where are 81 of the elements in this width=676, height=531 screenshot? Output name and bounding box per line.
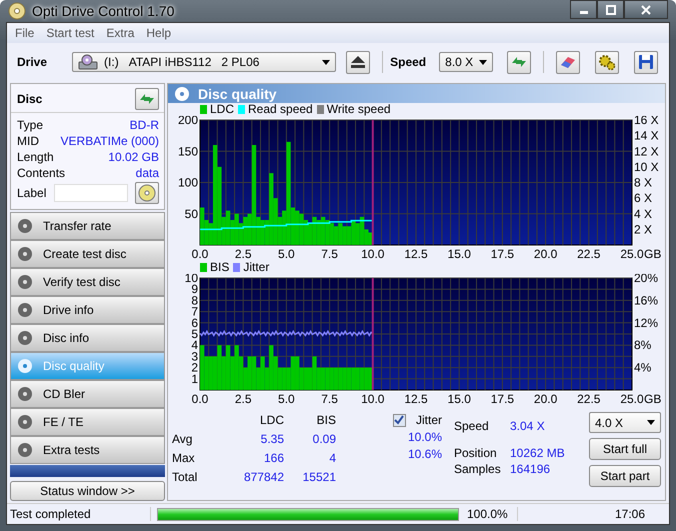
axis-label: 20.0 [534,392,558,406]
axis-label: 2.5 [234,247,252,261]
table-cell-text: 0.09 [312,431,336,448]
axis-unit: GB [644,247,662,261]
axis-label: 10.0 [361,392,384,406]
axis-label: 14 X [634,128,659,143]
table-cell-text: 4 [328,450,336,467]
table-cell: 10.0% [408,429,442,445]
info-value: 10.02 GB [108,150,159,164]
axis-label: 7.5 [321,247,338,261]
axis-label: 17.5 [490,247,514,261]
label-label: Label [17,186,46,200]
axis-label: 25.0 [620,392,644,406]
info-value: BD-R [130,118,159,132]
axis-unit: GB [644,392,662,406]
info-label: Contents [17,166,66,180]
axis-label: 0.0 [192,247,208,261]
row-label: Total [172,469,198,486]
axis-label: 12.5 [404,392,428,406]
axis-label: 25.0 [620,247,644,261]
table-cell-text: 15521 [302,469,336,486]
info-label: Length [17,150,54,164]
axis-label: 4% [634,360,652,375]
axis-label: 8% [634,338,652,352]
drive-label: Drive [17,55,48,69]
axis-label: 16% [634,293,658,308]
jitter-label: Jitter [416,412,442,428]
axis-label: 5 [191,327,198,341]
window-title: Opti Drive Control 1.70 [32,3,174,19]
disc-title: Disc [17,92,42,106]
panel-title: Disc quality [198,86,277,102]
row-label: Max [172,450,196,467]
row-label: Avg [172,431,194,448]
axis-label: 12 X [634,144,659,158]
status-message: Test completed [7,507,151,521]
readout-label: Speed [454,418,490,434]
legend-label: BIS [210,261,230,274]
axis-label: 10.0 [361,247,384,261]
column-header: BIS [316,412,336,429]
table-cell-text: 877842 [242,469,284,486]
legend-label: Read speed [248,103,313,116]
axis-label: 2.5 [234,392,252,406]
axis-label: 8 X [634,176,652,190]
axis-label: 22.5 [577,247,600,261]
axis-label: 12.5 [404,247,428,261]
elapsed-time: 17:06 [614,507,646,521]
axis-label: 6 X [634,191,652,206]
axis-label: 17.5 [490,392,514,406]
axis-label: 20.0 [534,247,558,261]
axis-label: 50 [184,206,198,221]
axis-label: 0.0 [192,392,208,406]
axis-label: 12% [634,316,658,330]
progress-percent: 100.0% [463,507,518,521]
legend-label: Jitter [243,261,270,274]
readout-label: Position [454,445,498,461]
column-header: LDC [258,412,284,429]
readout-value: 10262 MB [510,445,565,461]
readout-value: 3.04 X [510,418,545,434]
table-cell-text: 166 [262,450,284,467]
legend-label: Write speed [326,103,391,116]
speed-label: Speed [390,55,426,69]
readout-value: 164196 [510,461,550,477]
axis-label: 100 [178,176,198,190]
axis-label: 15.0 [448,247,471,261]
axis-label: 15.0 [448,392,471,406]
legend-label: LDC [210,103,234,116]
info-label: Type [17,118,44,132]
axis-label: 7.5 [321,392,338,406]
axis-label: 5.0 [278,247,295,261]
axis-label: 10 X [634,160,659,174]
readout-label: Samples [454,461,502,477]
axis-label: 150 [178,144,198,158]
table-cell: 10.6% [408,446,442,462]
info-value: VERBATIMe (000) [60,134,159,148]
table-cell-text: 5.35 [260,431,284,448]
axis-label: 5.0 [278,392,295,406]
info-label: MID [17,134,39,148]
info-value: data [136,166,159,180]
axis-label: 2 X [634,222,652,236]
axis-label: 4 X [634,206,652,221]
axis-label: 22.5 [577,392,600,406]
